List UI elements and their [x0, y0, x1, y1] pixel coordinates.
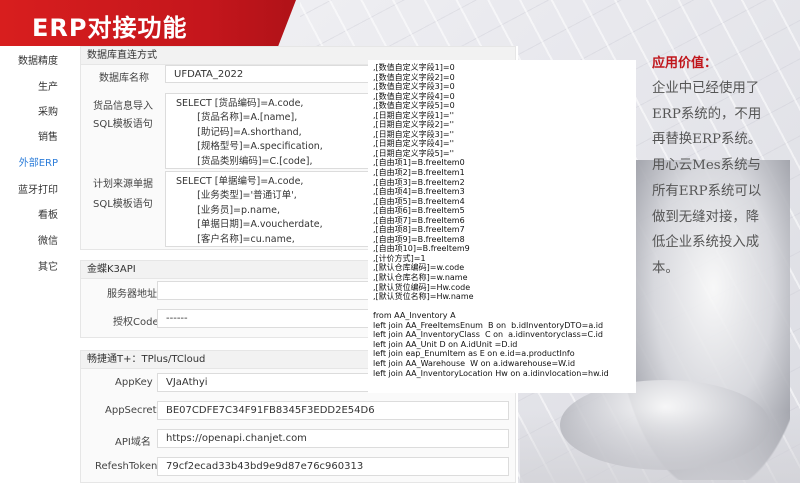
sidebar-item-external-erp[interactable]: 外部ERP	[19, 154, 58, 169]
server-address-label: 服务器地址	[107, 289, 157, 300]
sidebar-item-purchase[interactable]: 采购	[38, 103, 58, 118]
refresh-token-input[interactable]: 79cf2ecad33b43bd9e9d87e76c960313	[157, 457, 509, 476]
api-domain-input[interactable]: https://openapi.chanjet.com	[157, 429, 509, 448]
background-shadow	[520, 410, 800, 483]
appsecret-input[interactable]: BE07CDFE7C34F91FB8345F3EDD2E54D6	[157, 401, 509, 420]
refresh-token-label: RefeshToken	[95, 461, 158, 472]
goods-sql-textarea[interactable]: SELECT [货品编码]=A.code, [货品名称]=A.[name], […	[165, 93, 375, 169]
goods-sql-label-line1: 货品信息导入	[93, 101, 153, 112]
auth-code-input[interactable]: ------	[157, 309, 373, 328]
plan-sql-label-line2: SQL模板语句	[93, 199, 153, 210]
db-name-label: 数据库名称	[99, 73, 149, 84]
auth-code-label: 授权Code	[113, 317, 159, 328]
value-title: 应用价值：	[652, 56, 718, 71]
sidebar-item-production[interactable]: 生产	[38, 78, 58, 93]
db-name-input[interactable]: UFDATA_2022	[165, 65, 375, 83]
plan-sql-textarea[interactable]: SELECT [单据编号]=A.code, [业务类型]='普通订单', [业务…	[165, 171, 375, 247]
plan-sql-label-line1: 计划来源单据	[93, 179, 153, 190]
sql-template-overlay: ,[数值自定义字段1]=0 ,[数值自定义字段2]=0 ,[数值自定义字段3]=…	[368, 60, 636, 393]
goods-sql-label-line2: SQL模板语句	[93, 119, 153, 130]
sidebar-item-precision[interactable]: 数据精度	[18, 52, 58, 67]
sidebar-item-other[interactable]: 其它	[38, 258, 58, 273]
sidebar-item-sales[interactable]: 销售	[38, 128, 58, 143]
server-address-input[interactable]	[157, 281, 373, 300]
sidebar-item-bluetooth-print[interactable]: 蓝牙打印	[18, 181, 58, 196]
sidebar-item-kanban[interactable]: 看板	[38, 206, 58, 221]
appsecret-label: AppSecret	[105, 405, 157, 416]
api-domain-label: API域名	[115, 437, 151, 448]
page-title: ERP对接功能	[32, 14, 188, 42]
sidebar-item-wechat[interactable]: 微信	[38, 232, 58, 247]
sidebar: 数据精度 生产 采购 销售 外部ERP 蓝牙打印 看板 微信 其它	[0, 46, 72, 483]
appkey-label: AppKey	[115, 377, 153, 388]
value-description: 企业中已经使用了 ERP系统的，不用 再替换ERP系统。 用心云Mes系统与 所…	[652, 81, 762, 276]
